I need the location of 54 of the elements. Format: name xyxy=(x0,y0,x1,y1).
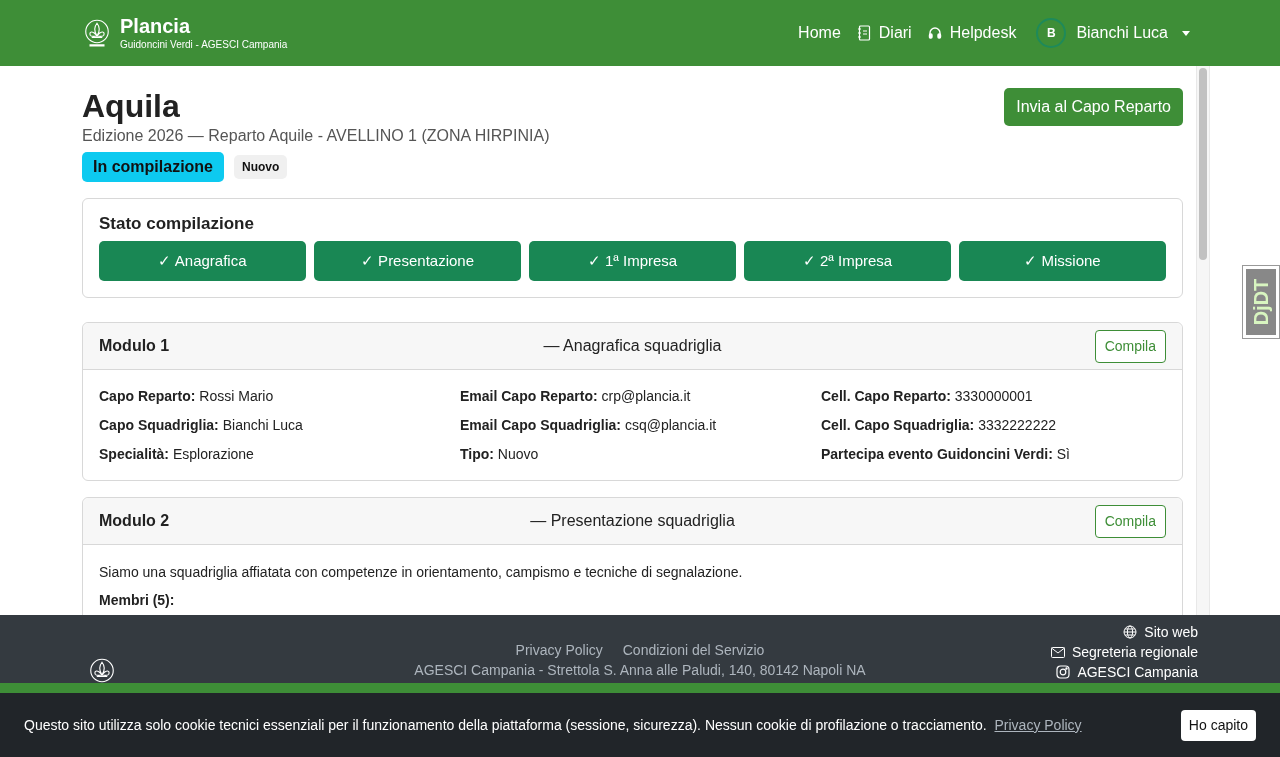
headset-icon xyxy=(927,26,942,40)
globe-icon xyxy=(1123,625,1138,639)
module-title: Modulo 2 xyxy=(99,511,171,531)
devtools-handle[interactable]: DjDT xyxy=(1242,265,1280,339)
footer-link[interactable]: Privacy Policy xyxy=(515,641,603,659)
cookie-text: Questo sito utilizza solo cookie tecnici essenziali per il funzionamento della piattaforma (sessione, sicurezza). Nessun cookie di profilazione o tracciamento. Privacy Policy xyxy=(24,715,1082,735)
contact-link[interactable]: AGESCI Campania xyxy=(1056,663,1198,681)
description-text: Siamo una squadriglia affiatata con competenze in orientamento, campismo e tecniche di segnalazione. xyxy=(99,563,744,582)
nav-link[interactable]: Diari xyxy=(856,21,912,45)
avatar: B xyxy=(1036,18,1067,48)
compila-button[interactable]: Compila xyxy=(1094,329,1166,363)
send-button[interactable]: Invia al Capo Reparto xyxy=(1004,88,1183,126)
module-subtitle: — Presentazione squadriglia xyxy=(530,511,735,531)
step-button[interactable]: ✓ 2ª Impresa xyxy=(744,241,951,281)
field-text: Partecipa evento Guidoncini Verdi: Sì xyxy=(821,445,1071,464)
contact-link[interactable]: Segreteria regionale xyxy=(1050,643,1198,661)
scrollbar-thumb[interactable] xyxy=(1199,68,1207,260)
field-text: Tipo: Nuovo xyxy=(460,445,540,464)
scrollbar[interactable] xyxy=(1196,66,1210,615)
brand-title[interactable]: Plancia xyxy=(120,14,288,40)
page-subtitle: Edizione 2026 — Reparto Aquile - AVELLINO 1 (ZONA HIRPINIA) xyxy=(82,126,550,146)
field-text: Cell. Capo Reparto: 3330000001 xyxy=(821,387,1034,406)
status-badge: In compilazione xyxy=(82,152,224,182)
progress-title: Stato compilazione xyxy=(99,213,255,235)
field-text: Capo Squadriglia: Bianchi Luca xyxy=(99,416,304,435)
footer-link[interactable]: Condizioni del Servizio xyxy=(622,641,765,659)
notebook-icon xyxy=(856,25,871,41)
type-badge: Nuovo xyxy=(234,155,288,179)
nav-link[interactable]: Helpdesk xyxy=(927,21,1017,45)
privacy-link[interactable]: Privacy Policy xyxy=(994,716,1082,733)
footer-address: AGESCI Campania - Strettola S. Anna alle Paludi, 140, 80142 Napoli NA xyxy=(414,661,866,679)
contact-link[interactable]: Sito web xyxy=(1123,623,1198,641)
step-button[interactable]: ✓ Anagrafica xyxy=(99,241,306,281)
module-title: Modulo 1 xyxy=(99,336,171,356)
field-text: Email Capo Reparto: crp@plancia.it xyxy=(460,387,692,406)
field-text: Capo Reparto: Rossi Mario xyxy=(99,387,275,406)
field-text: Cell. Capo Squadriglia: 3332222222 xyxy=(821,416,1057,435)
instagram-icon xyxy=(1056,665,1071,679)
devtools-label: DjDT xyxy=(1249,278,1273,326)
step-button[interactable]: ✓ Presentazione xyxy=(314,241,521,281)
mail-icon xyxy=(1050,646,1065,658)
user-menu[interactable]: B Bianchi Luca xyxy=(1036,18,1190,48)
module-subtitle: — Anagrafica squadriglia xyxy=(543,336,722,356)
field-text: Specialità: Esplorazione xyxy=(99,445,255,464)
members-label: Membri (5): xyxy=(99,591,176,610)
compila-button[interactable]: Compila xyxy=(1094,504,1166,538)
page-title: Aquila xyxy=(82,88,181,124)
accept-button[interactable]: Ho capito xyxy=(1180,709,1256,741)
step-button[interactable]: ✓ 1ª Impresa xyxy=(529,241,736,281)
nav-link[interactable]: Home xyxy=(798,21,841,45)
field-text: Email Capo Squadriglia: csq@plancia.it xyxy=(460,416,718,435)
caret-icon xyxy=(1182,30,1190,36)
brand-subtitle: Guidoncini Verdi - AGESCI Campania xyxy=(120,39,288,52)
step-button[interactable]: ✓ Missione xyxy=(959,241,1166,281)
